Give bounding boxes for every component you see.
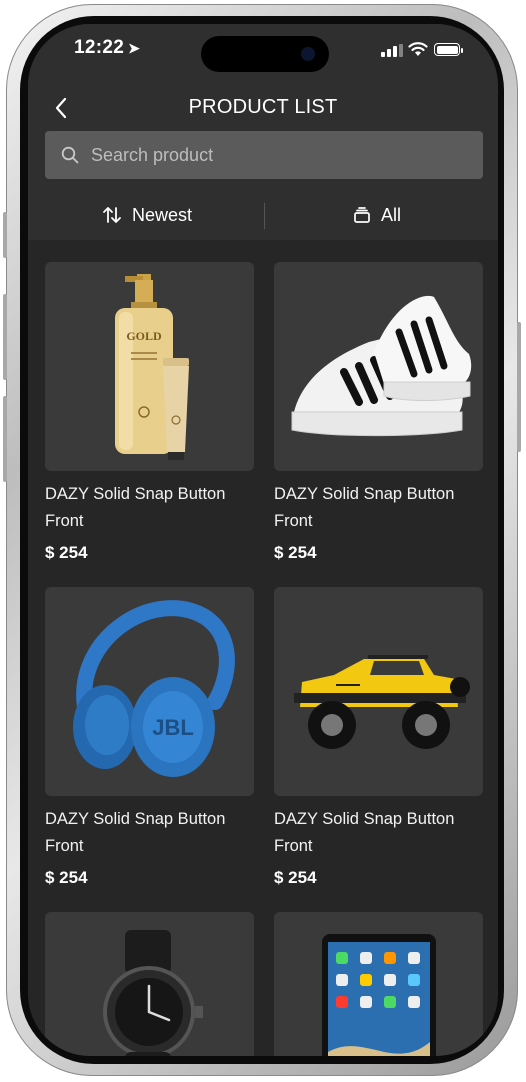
- battery-icon: [434, 43, 463, 56]
- product-price: $ 254: [45, 543, 88, 562]
- product-price: $ 254: [274, 868, 317, 887]
- sort-button[interactable]: Newest: [102, 194, 192, 236]
- volume-down-button: [3, 396, 7, 482]
- cellular-signal-icon: [381, 44, 403, 57]
- category-stack-icon: [354, 207, 370, 223]
- status-bar: 12:22 ➤: [28, 24, 498, 74]
- action-button: [3, 212, 7, 258]
- product-image-sneakers: [274, 262, 483, 471]
- page-title: PRODUCT LIST: [188, 96, 338, 118]
- app-header: PRODUCT LIST: [28, 90, 498, 126]
- category-button[interactable]: All: [353, 194, 401, 236]
- product-name: DAZY Solid Snap Button Front: [274, 810, 455, 855]
- search-placeholder: Search product: [91, 145, 214, 165]
- front-camera: [301, 47, 315, 61]
- location-arrow-icon: ➤: [128, 40, 141, 56]
- product-image-headphones: JBL: [45, 587, 254, 796]
- search-icon: [61, 146, 79, 164]
- filter-bar: Newest All: [28, 194, 498, 236]
- status-time: 12:22 ➤: [74, 37, 140, 59]
- sort-label: Newest: [132, 204, 193, 225]
- product-name: DAZY Solid Snap Button Front: [45, 810, 226, 855]
- dynamic-island: [201, 36, 329, 72]
- svg-text:JBL: JBL: [152, 715, 194, 740]
- product-name: DAZY Solid Snap Button Front: [45, 485, 226, 530]
- volume-up-button: [3, 294, 7, 380]
- product-image-lotion: GOLD: [45, 262, 254, 471]
- product-image-wristwatch: [45, 912, 254, 1056]
- sort-arrows-icon: [103, 207, 121, 223]
- wifi-icon: [408, 42, 428, 56]
- product-price: $ 254: [274, 543, 317, 562]
- product-image-toy-jeep: [274, 587, 483, 796]
- product-price: $ 254: [45, 868, 88, 887]
- search-input[interactable]: Search product: [45, 131, 483, 179]
- power-button: [517, 322, 521, 452]
- filter-divider: [264, 203, 265, 229]
- product-name: DAZY Solid Snap Button Front: [274, 485, 455, 530]
- svg-text:GOLD: GOLD: [126, 329, 162, 343]
- status-time-text: 12:22: [74, 37, 125, 58]
- product-image-tablet: [274, 912, 483, 1056]
- category-label: All: [381, 204, 402, 225]
- app-screen: 12:22 ➤ PRODUCT LIST Search product Newe…: [28, 24, 498, 1056]
